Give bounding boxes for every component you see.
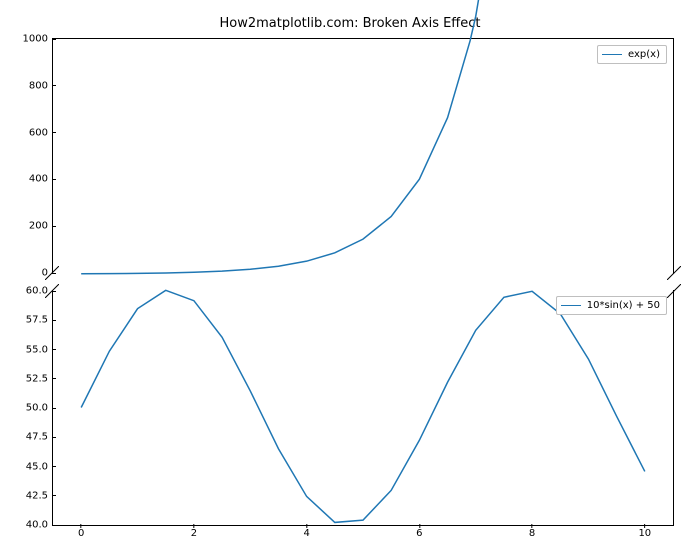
legend-swatch-icon <box>561 305 581 306</box>
axes-top: exp(x) <box>52 38 674 274</box>
ytick-top: 200 <box>29 221 48 232</box>
chart-title: How2matplotlib.com: Broken Axis Effect <box>0 16 700 31</box>
ytick-bottom: 40.0 <box>26 520 48 531</box>
break-mark-icon <box>667 266 681 280</box>
ytick-bottom: 57.5 <box>26 315 48 326</box>
axes-bottom: 10*sin(x) + 50 <box>52 290 674 526</box>
ytick-bottom: 45.0 <box>26 461 48 472</box>
figure: How2matplotlib.com: Broken Axis Effect e… <box>0 0 700 560</box>
ytick-bottom: 42.5 <box>26 490 48 501</box>
ytick-top: 400 <box>29 174 48 185</box>
legend-bottom-label: 10*sin(x) + 50 <box>587 300 660 311</box>
ytick-top: 1000 <box>23 34 48 45</box>
legend-swatch-icon <box>602 54 622 55</box>
sin-series-line <box>81 290 645 522</box>
ytick-bottom: 52.5 <box>26 373 48 384</box>
legend-top-label: exp(x) <box>628 49 660 60</box>
xtick: 10 <box>638 528 651 539</box>
legend-top: exp(x) <box>597 45 667 64</box>
xtick: 4 <box>303 528 309 539</box>
ytick-top: 600 <box>29 127 48 138</box>
sin-plot-svg <box>53 290 673 525</box>
xtick: 6 <box>416 528 422 539</box>
exp-plot-svg <box>53 39 673 274</box>
ytick-top: 0 <box>42 268 48 279</box>
ytick-bottom: 55.0 <box>26 344 48 355</box>
xtick: 8 <box>529 528 535 539</box>
xtick: 0 <box>78 528 84 539</box>
exp-series-line <box>81 0 645 274</box>
ytick-bottom: 50.0 <box>26 403 48 414</box>
xtick: 2 <box>191 528 197 539</box>
legend-bottom: 10*sin(x) + 50 <box>556 296 667 315</box>
ytick-top: 800 <box>29 80 48 91</box>
break-mark-icon <box>667 284 681 298</box>
ytick-bottom: 60.0 <box>26 286 48 297</box>
ytick-bottom: 47.5 <box>26 432 48 443</box>
